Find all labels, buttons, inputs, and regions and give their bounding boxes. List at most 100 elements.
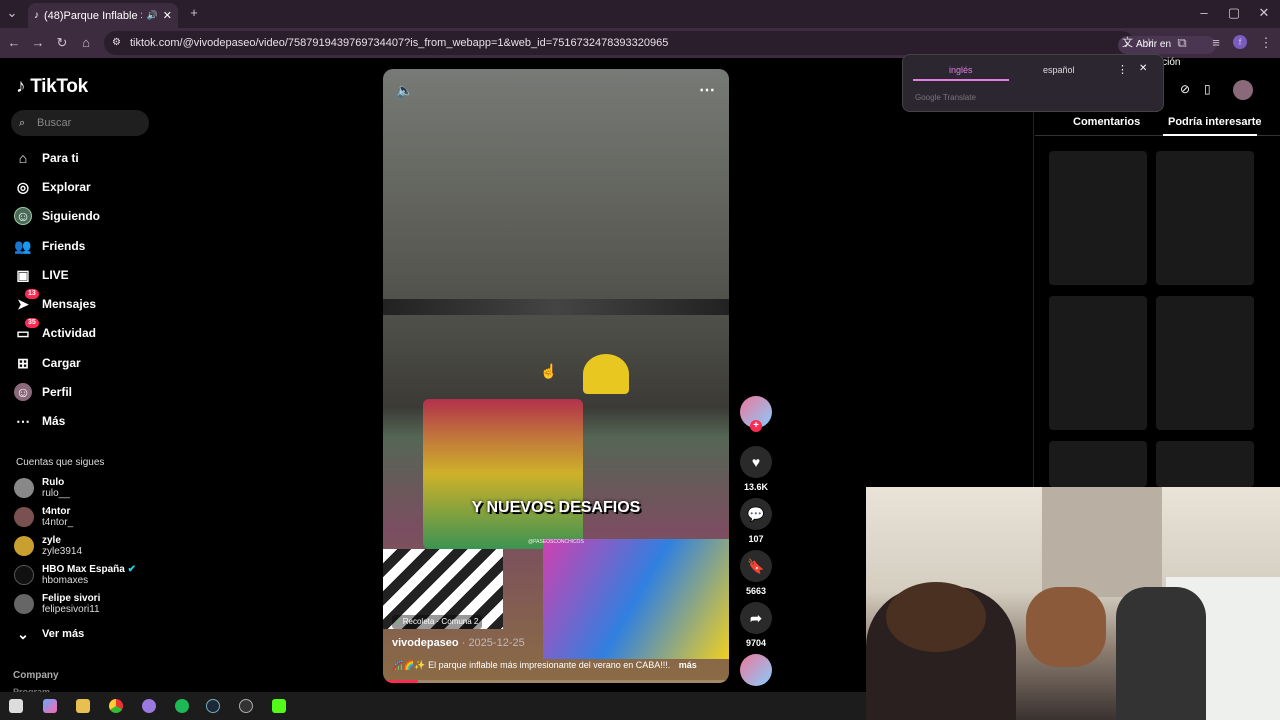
- comment-count: 107: [748, 534, 764, 544]
- nav-item-mas[interactable]: ⋯ Más: [14, 410, 65, 432]
- follow-plus-icon[interactable]: +: [750, 420, 762, 432]
- obs-icon[interactable]: [239, 699, 253, 713]
- file-explorer-icon[interactable]: [76, 699, 90, 713]
- bookmark-star-icon[interactable]: ☆: [1144, 31, 1154, 55]
- copilot-icon[interactable]: [43, 699, 57, 713]
- tiktok-logo[interactable]: ♪ TikTok: [16, 76, 88, 98]
- url-text: tiktok.com/@vivodepaseo/video/7587919439…: [130, 37, 669, 49]
- following-account[interactable]: Felipe sivori felipesivori11: [14, 590, 100, 618]
- close-window-icon[interactable]: ✕: [1256, 5, 1272, 21]
- device-icon[interactable]: ▯: [1204, 82, 1211, 96]
- nav-item-perfil[interactable]: ☺ Perfil: [14, 381, 72, 403]
- video-progress-track[interactable]: [383, 680, 729, 683]
- avatar: [14, 507, 34, 527]
- see-more-label: Ver más: [42, 628, 85, 640]
- video-username[interactable]: vivodepaseo: [392, 637, 459, 649]
- browser-tab[interactable]: ♪ (48)Parque Inflable Super Jue 🔊 ✕: [28, 3, 178, 28]
- description-text: El parque inflable más impresionante del…: [428, 660, 671, 670]
- suggested-video-thumb[interactable]: [1049, 296, 1147, 430]
- tab-list-icon[interactable]: ⌄: [4, 5, 20, 21]
- reload-icon[interactable]: ↻: [54, 35, 70, 51]
- footer-company-link[interactable]: Company: [13, 670, 59, 681]
- following-icon: ☺: [14, 207, 32, 225]
- nav-item-siguiendo[interactable]: ☺ Siguiendo: [14, 205, 100, 227]
- extensions-icon[interactable]: ⧉: [1174, 35, 1190, 51]
- profile-avatar-icon[interactable]: f: [1233, 35, 1247, 49]
- new-tab-icon[interactable]: +: [186, 5, 202, 21]
- windows-start-icon[interactable]: [9, 699, 23, 713]
- following-account[interactable]: Rulo rulo__: [14, 474, 70, 502]
- nav-item-cargar[interactable]: ⊞ Cargar: [14, 352, 81, 374]
- share-button[interactable]: ➦ 9704: [740, 602, 772, 648]
- nav-item-friends[interactable]: 👥 Friends: [14, 235, 85, 257]
- steam-icon[interactable]: [206, 699, 220, 713]
- site-info-icon[interactable]: ⚙: [112, 31, 121, 55]
- avatar: [14, 536, 34, 556]
- person-left-hair: [886, 582, 986, 652]
- location-tag[interactable]: ⌖ Recoleta · Comuna 2: [392, 615, 483, 629]
- home-button-icon[interactable]: ⌂: [78, 35, 94, 51]
- activity-icon: ▭ 35: [14, 318, 39, 342]
- translate-icon[interactable]: 文: [1122, 31, 1133, 55]
- following-account[interactable]: zyle zyle3914: [14, 532, 82, 560]
- account-name: Felipe sivori: [42, 593, 101, 604]
- kick-icon[interactable]: [272, 699, 286, 713]
- search-input[interactable]: ⌕ Buscar: [11, 110, 149, 136]
- chrome-icon[interactable]: [109, 699, 123, 713]
- hand-cursor-icon: ☝: [540, 363, 558, 379]
- location-text: Recoleta · Comuna 2: [402, 617, 479, 626]
- url-input[interactable]: ⚙ tiktok.com/@vivodepaseo/video/75879194…: [104, 31, 1216, 68]
- browser-menu-icon[interactable]: ⋮: [1258, 35, 1274, 51]
- creator-avatar-button[interactable]: +: [740, 396, 772, 432]
- account-handle: zyle3914: [42, 546, 83, 557]
- nav-item-live[interactable]: ▣ LIVE: [14, 264, 68, 286]
- following-account[interactable]: HBO Max España ✔ hbomaxes: [14, 561, 136, 589]
- nav-item-explorar[interactable]: ◎ Explorar: [14, 176, 91, 198]
- nav-label: Más: [42, 414, 66, 428]
- suggested-video-thumb[interactable]: [1049, 441, 1147, 487]
- save-button[interactable]: 🔖 5663: [740, 550, 772, 596]
- account-name: zyle: [42, 535, 61, 546]
- minimize-icon[interactable]: –: [1196, 5, 1212, 21]
- like-button[interactable]: ♥ 13.6K: [740, 446, 772, 492]
- nav-item-mensajes[interactable]: ➤ 13 Mensajes: [14, 289, 96, 315]
- suggested-video-thumb[interactable]: [1049, 151, 1147, 285]
- lang-espanol-tab[interactable]: español: [1043, 65, 1075, 75]
- music-disc-button[interactable]: [740, 654, 772, 690]
- nav-item-para-ti[interactable]: ⌂ Para ti: [14, 147, 79, 169]
- discord-icon[interactable]: [142, 699, 156, 713]
- media-control-icon[interactable]: ≡: [1208, 35, 1224, 51]
- compass-icon: ◎: [16, 178, 30, 195]
- translate-options-icon[interactable]: ⋮: [1117, 63, 1128, 76]
- restore-icon[interactable]: ▢: [1226, 5, 1242, 21]
- save-count: 5663: [745, 586, 767, 596]
- suggested-video-thumb[interactable]: [1156, 296, 1254, 430]
- spotify-icon[interactable]: [175, 699, 189, 713]
- back-icon[interactable]: ←: [6, 35, 22, 51]
- video-options-icon[interactable]: ⋯: [699, 80, 715, 100]
- translate-popup: inglés español ⋮ ✕ Google Translate: [902, 54, 1164, 112]
- bookmark-icon: 🔖: [740, 550, 772, 582]
- volume-icon[interactable]: 🔈: [396, 82, 413, 99]
- see-more-button[interactable]: ⌄ Ver más: [14, 623, 84, 645]
- compass-small-icon[interactable]: ⊘: [1180, 82, 1190, 96]
- user-avatar[interactable]: [1233, 80, 1253, 100]
- nav-item-actividad[interactable]: ▭ 35 Actividad: [14, 318, 97, 344]
- close-tab-icon[interactable]: ✕: [163, 9, 172, 22]
- translate-close-icon[interactable]: ✕: [1139, 63, 1147, 74]
- tab-comentarios[interactable]: Comentarios: [1073, 116, 1140, 128]
- account-handle: t4ntor_: [42, 517, 74, 528]
- following-account[interactable]: t4ntor t4ntor_: [14, 503, 73, 531]
- speaker-icon[interactable]: 🔊: [147, 10, 158, 21]
- search-placeholder: Buscar: [37, 117, 72, 129]
- comment-button[interactable]: 💬 107: [740, 498, 772, 544]
- suggested-video-thumb[interactable]: [1156, 151, 1254, 285]
- forward-icon[interactable]: →: [30, 35, 46, 51]
- video-progress-fill: [383, 680, 418, 683]
- suggested-video-thumb[interactable]: [1156, 441, 1254, 487]
- nav-label: Actividad: [42, 326, 97, 340]
- tab-podria-interesarte[interactable]: Podría interesarte: [1168, 116, 1262, 128]
- see-more-description[interactable]: más: [679, 660, 697, 670]
- lang-ingles-tab[interactable]: inglés: [949, 65, 973, 75]
- friends-icon: 👥: [14, 237, 32, 254]
